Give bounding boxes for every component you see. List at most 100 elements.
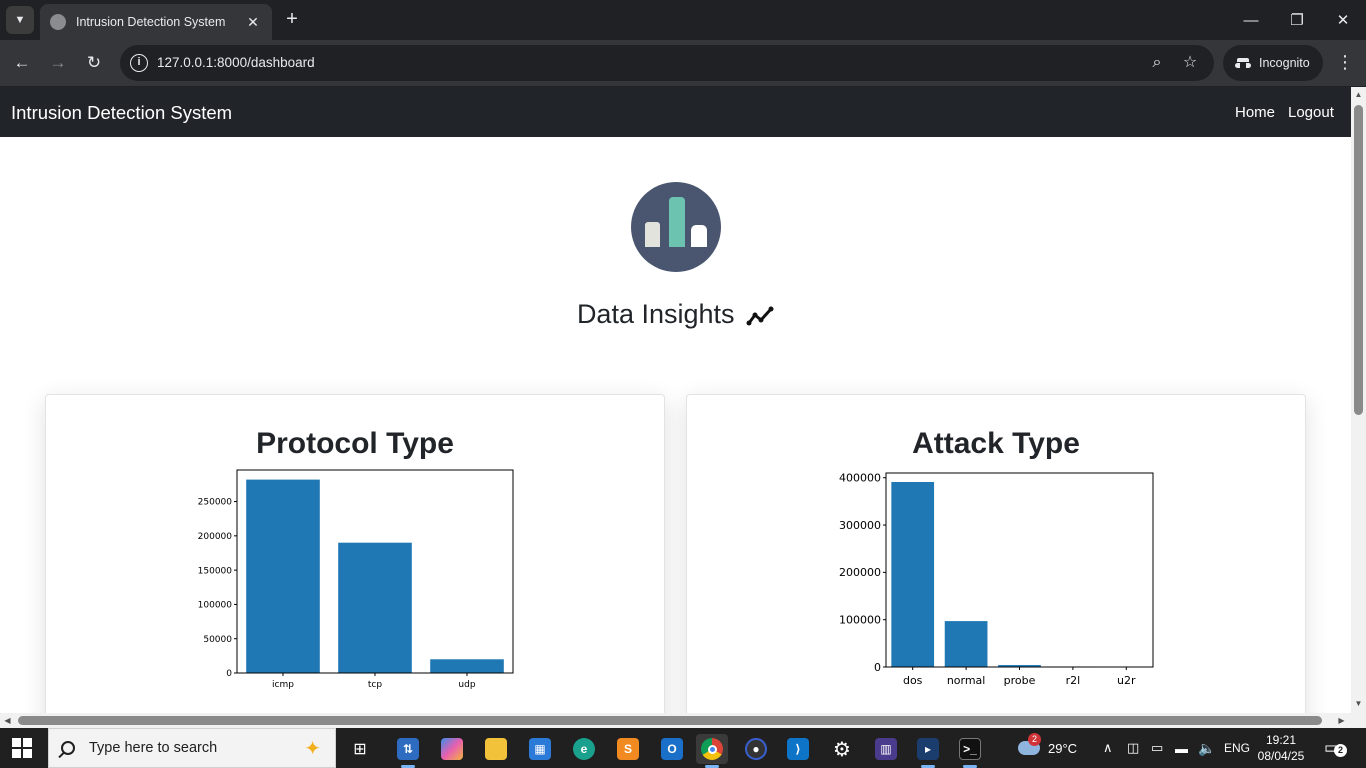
clock-date: 08/04/25 <box>1257 749 1305 763</box>
settings-icon[interactable]: ⚙ <box>826 734 858 764</box>
x-tick-label: normal <box>947 674 986 687</box>
bookmark-star-icon[interactable]: ☆ <box>1178 51 1202 75</box>
y-tick-label: 200000 <box>839 566 881 579</box>
navbar-brand[interactable]: Intrusion Detection System <box>11 102 232 124</box>
bar-normal <box>944 621 988 667</box>
weather-temperature: 29°C <box>1048 740 1078 756</box>
horizontal-scroll-thumb[interactable] <box>18 716 1322 725</box>
battery-icon[interactable]: ▬ <box>1175 728 1188 768</box>
chart-app-icon[interactable]: ▥ <box>870 734 902 764</box>
anaconda-icon[interactable]: ● <box>740 734 772 764</box>
windows-taskbar: Type here to search ✦ ⊞ ⇅ ▦ e S O ● ⟩ ⚙ … <box>0 728 1366 768</box>
weather-icon: 2 <box>1018 733 1041 755</box>
notification-icon[interactable]: ▭ 2 <box>1324 738 1347 758</box>
incognito-indicator[interactable]: Incognito <box>1223 45 1323 81</box>
vertical-scrollbar[interactable]: ▲ ▼ <box>1351 87 1366 713</box>
zoom-icon[interactable]: ⌕ <box>1145 51 1169 75</box>
site-info-icon[interactable]: i <box>130 54 148 72</box>
x-tick-label: r2l <box>1066 674 1081 687</box>
forward-icon[interactable]: → <box>43 48 73 78</box>
language-indicator[interactable]: ENG <box>1224 728 1250 768</box>
nav-logout-link[interactable]: Logout <box>1288 104 1334 121</box>
outlook-icon[interactable]: O <box>656 734 688 764</box>
bar-dos <box>891 481 935 667</box>
new-tab-icon[interactable]: + <box>280 8 304 32</box>
incognito-icon <box>1235 58 1251 68</box>
powershell-icon[interactable]: ▸ <box>912 734 944 768</box>
back-icon[interactable]: ← <box>7 48 37 78</box>
windows-start-icon[interactable] <box>12 738 32 758</box>
y-tick-label: 200000 <box>198 532 233 542</box>
scroll-up-icon[interactable]: ▲ <box>1353 89 1364 100</box>
x-tick-label: udp <box>458 680 475 690</box>
x-tick-label: u2r <box>1117 674 1136 687</box>
vertical-scroll-thumb[interactable] <box>1354 105 1363 415</box>
meet-icon[interactable]: ◫ <box>1127 728 1139 768</box>
nav-home-link[interactable]: Home <box>1235 104 1275 121</box>
edge-icon[interactable]: e <box>568 734 600 764</box>
search-icon <box>61 741 75 755</box>
clock-time: 19:21 <box>1265 733 1297 747</box>
taskbar-search[interactable]: Type here to search ✦ <box>48 728 336 768</box>
y-tick-label: 100000 <box>198 601 233 611</box>
url-text[interactable]: 127.0.0.1:8000/dashboard <box>157 55 315 70</box>
minimize-icon[interactable]: — <box>1228 0 1274 40</box>
address-bar[interactable]: i 127.0.0.1:8000/dashboard ⌕ ☆ <box>120 45 1214 81</box>
chart-logo-icon <box>631 182 721 272</box>
y-tick-label: 100000 <box>839 614 881 627</box>
tray-chevron-icon[interactable]: ∧ <box>1103 728 1113 768</box>
y-tick-label: 0 <box>226 669 232 679</box>
x-tick-label: icmp <box>272 680 294 690</box>
tab-title: Intrusion Detection System <box>76 15 226 29</box>
horizontal-scrollbar[interactable]: ◀ ▶ <box>0 713 1351 728</box>
terminal-icon[interactable]: >_ <box>954 734 986 768</box>
taskbar-clock[interactable]: 19:21 08/04/25 <box>1256 732 1306 764</box>
copilot-icon[interactable]: ✦ <box>304 736 321 761</box>
logo-bar-left <box>645 222 660 247</box>
app-navbar: Intrusion Detection System Home Logout <box>0 87 1351 137</box>
scroll-right-icon[interactable]: ▶ <box>1336 715 1347 726</box>
protocol-type-title: Protocol Type <box>256 427 454 460</box>
bar-icmp <box>246 479 320 673</box>
bar-udp <box>430 659 504 673</box>
vscode-icon[interactable]: ⟩ <box>782 734 814 764</box>
network-app-icon[interactable]: ⇅ <box>392 734 424 768</box>
bar-tcp <box>338 542 412 673</box>
weather-widget[interactable]: 2 29°C <box>1018 728 1077 768</box>
x-tick-label: tcp <box>368 680 382 690</box>
tab-search-icon[interactable]: ▼ <box>6 6 34 34</box>
restore-icon[interactable]: ❐ <box>1274 0 1320 40</box>
microsoft-store-icon[interactable]: ▦ <box>524 734 556 764</box>
browser-tab-strip: ▼ Intrusion Detection System ✕ + — ❐ ✕ <box>0 0 1366 40</box>
logo-bar-right <box>691 225 707 247</box>
page-title-text: Data Insights <box>576 299 735 329</box>
copilot-app-icon[interactable] <box>436 734 468 764</box>
page-viewport: Intrusion Detection System Home Logout D… <box>0 87 1351 713</box>
reload-icon[interactable]: ↻ <box>79 48 109 78</box>
x-tick-label: dos <box>903 674 923 687</box>
menu-icon[interactable]: ⋮ <box>1336 52 1354 72</box>
task-view-icon[interactable]: ⊞ <box>344 734 376 764</box>
chrome-icon[interactable] <box>696 734 728 768</box>
y-tick-label: 150000 <box>198 566 233 576</box>
tab-favicon-icon <box>50 14 66 30</box>
taskbar-search-placeholder[interactable]: Type here to search <box>89 740 304 756</box>
file-explorer-icon[interactable] <box>480 734 512 764</box>
scroll-down-icon[interactable]: ▼ <box>1353 698 1364 709</box>
y-tick-label: 0 <box>874 661 881 674</box>
weather-badge: 2 <box>1028 733 1041 746</box>
logo-bar-center <box>669 197 685 247</box>
sublime-text-icon[interactable]: S <box>612 734 644 764</box>
display-icon[interactable]: ▭ <box>1151 728 1163 768</box>
trend-icon <box>746 306 774 326</box>
volume-icon[interactable]: 🔈 <box>1198 728 1215 768</box>
page-title: Data Insights <box>0 299 1351 330</box>
scrollbar-corner <box>1351 713 1366 728</box>
close-icon[interactable]: ✕ <box>244 14 262 31</box>
notification-count: 2 <box>1334 744 1347 757</box>
close-window-icon[interactable]: ✕ <box>1320 0 1366 40</box>
protocol-type-chart: icmp tcp udp 0 50000 100000 150000 200000 250000 <box>198 469 514 690</box>
browser-toolbar: ← → ↻ i 127.0.0.1:8000/dashboard ⌕ ☆ Inc… <box>0 40 1366 86</box>
browser-tab[interactable]: Intrusion Detection System ✕ <box>40 4 272 40</box>
scroll-left-icon[interactable]: ◀ <box>2 715 13 726</box>
